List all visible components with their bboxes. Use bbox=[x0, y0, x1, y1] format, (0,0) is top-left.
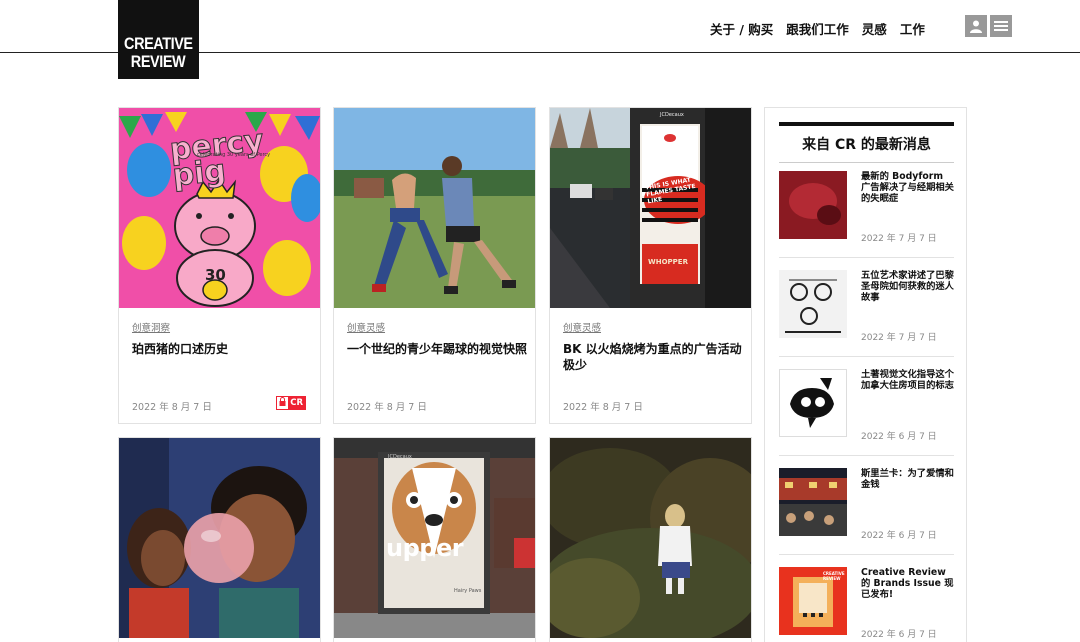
article-title[interactable]: BK 以火焰烧烤为重点的广告活动极少 bbox=[563, 341, 743, 373]
news-title[interactable]: 最新的 Bodyform 广告解决了与经期相关的失眠症 bbox=[861, 171, 954, 204]
article-card[interactable]: 创意灵感 一个世纪的青少年踢球的视觉快照 2022 年 8 月 7 日 bbox=[333, 107, 536, 424]
news-thumbnail[interactable] bbox=[779, 468, 847, 536]
news-date: 2022 年 6 月 7 日 bbox=[861, 432, 937, 442]
article-date: 2022 年 8 月 7 日 bbox=[132, 402, 212, 413]
article-card[interactable]: JCDecaux THIS IS WHAT FLAMES TASTE LIKE … bbox=[549, 107, 752, 424]
news-thumbnail[interactable] bbox=[779, 171, 847, 239]
news-date: 2022 年 7 月 7 日 bbox=[861, 333, 937, 343]
news-thumbnail[interactable] bbox=[779, 270, 847, 338]
article-image-burger-king[interactable]: JCDecaux THIS IS WHAT FLAMES TASTE LIKE … bbox=[550, 108, 751, 308]
news-date: 2022 年 6 月 7 日 bbox=[861, 531, 937, 541]
news-item[interactable]: 五位艺术家讲述了巴黎圣母院如何获救的迷人故事 2022 年 7 月 7 日 bbox=[779, 258, 954, 357]
news-thumbnail[interactable]: CREATIVE REVIEW bbox=[779, 567, 847, 635]
news-title[interactable]: 斯里兰卡：为了爱情和金钱 bbox=[861, 468, 954, 490]
news-item[interactable]: 斯里兰卡：为了爱情和金钱 2022 年 6 月 7 日 bbox=[779, 456, 954, 555]
nav-jobs[interactable]: 工作 bbox=[900, 19, 925, 38]
cr-badge-label: CR bbox=[288, 397, 305, 409]
article-card[interactable] bbox=[118, 437, 321, 642]
user-icon[interactable] bbox=[965, 15, 987, 37]
menu-icon[interactable] bbox=[990, 15, 1012, 37]
cr-members-badge: CR bbox=[276, 396, 306, 410]
article-category[interactable]: 创意灵感 bbox=[347, 320, 385, 334]
logo-line-2: REVIEW bbox=[131, 52, 186, 71]
article-card[interactable]: percy pig celebrating 30 years of Percy … bbox=[118, 107, 321, 424]
article-title[interactable]: 一个世纪的青少年踢球的视觉快照 bbox=[347, 341, 527, 357]
article-card[interactable] bbox=[549, 437, 752, 642]
news-item[interactable]: 土著视觉文化指导这个加拿大住房项目的标志 2022 年 6 月 7 日 bbox=[779, 357, 954, 456]
news-thumbnail[interactable] bbox=[779, 369, 847, 437]
magazine-cover-title: CREATIVE REVIEW bbox=[823, 571, 845, 581]
percy-pig-subtitle: celebrating 30 years of Percy bbox=[197, 152, 271, 158]
news-item[interactable]: CREATIVE REVIEW Creative Review 的 Brands… bbox=[779, 555, 954, 642]
news-title[interactable]: Creative Review 的 Brands Issue 现已发布! bbox=[861, 567, 954, 600]
article-date: 2022 年 8 月 7 日 bbox=[563, 402, 643, 413]
creative-review-logo[interactable]: CREATIVE REVIEW bbox=[118, 0, 199, 79]
billboard-operator-label: JCDecaux bbox=[660, 112, 684, 118]
news-item[interactable]: 最新的 Bodyform 广告解决了与经期相关的失眠症 2022 年 7 月 7… bbox=[779, 159, 954, 258]
article-image-child-bushes[interactable] bbox=[550, 438, 751, 638]
article-image-bubblegum[interactable] bbox=[119, 438, 320, 638]
article-category[interactable]: 创意灵感 bbox=[563, 320, 601, 334]
article-image-teenagers[interactable] bbox=[334, 108, 535, 308]
latest-news-sidebar: 来自 CR 的最新消息 最新的 Bodyform 广告解决了与经期相关的失眠症 … bbox=[764, 107, 967, 642]
sidebar-title: 来自 CR 的最新消息 bbox=[779, 122, 954, 163]
poster-headline: upper bbox=[386, 534, 464, 562]
poster-operator-label: JCDecaux bbox=[388, 454, 412, 460]
article-image-dog-poster[interactable]: upper JCDecaux Hairy Paws bbox=[334, 438, 535, 638]
lock-icon bbox=[277, 397, 289, 409]
article-card[interactable]: upper JCDecaux Hairy Paws bbox=[333, 437, 536, 642]
news-title[interactable]: 土著视觉文化指导这个加拿大住房项目的标志 bbox=[861, 369, 954, 391]
nav-inspiration[interactable]: 灵感 bbox=[862, 19, 887, 38]
billboard-brand: WHOPPER bbox=[648, 258, 688, 266]
main-nav: 关于 / 购买 跟我们工作 灵感 工作 bbox=[710, 19, 925, 38]
article-category[interactable]: 创意洞察 bbox=[132, 320, 170, 334]
nav-work-with-us[interactable]: 跟我们工作 bbox=[786, 19, 849, 38]
news-date: 2022 年 7 月 7 日 bbox=[861, 234, 937, 244]
article-image-percy-pig[interactable]: percy pig celebrating 30 years of Percy … bbox=[119, 108, 320, 308]
logo-line-1: CREATIVE bbox=[124, 34, 193, 53]
nav-about-buy[interactable]: 关于 / 购买 bbox=[710, 19, 773, 38]
article-title[interactable]: 珀西猪的口述历史 bbox=[132, 341, 312, 357]
news-date: 2022 年 6 月 7 日 bbox=[861, 630, 937, 640]
article-date: 2022 年 8 月 7 日 bbox=[347, 402, 427, 413]
news-title[interactable]: 五位艺术家讲述了巴黎圣母院如何获救的迷人故事 bbox=[861, 270, 954, 303]
poster-brand: Hairy Paws bbox=[454, 588, 482, 594]
percy-pig-number: 30 bbox=[205, 266, 226, 284]
